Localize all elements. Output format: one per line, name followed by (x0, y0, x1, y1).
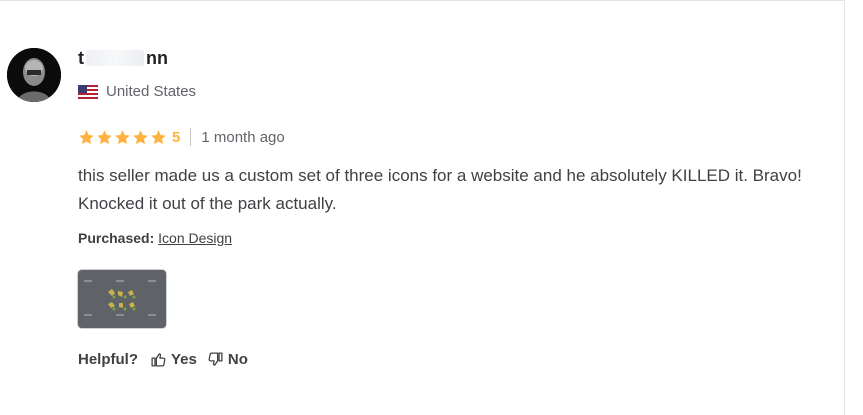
reviewer-name-start: t (78, 47, 84, 68)
icon-set-preview-image (78, 270, 166, 328)
country-name: United States (106, 83, 197, 100)
star-icon (151, 129, 166, 144)
avatar[interactable] (7, 48, 61, 102)
helpful-no-button[interactable]: No (207, 351, 248, 368)
review-date: 1 month ago (201, 128, 285, 146)
divider (190, 128, 192, 146)
star-icon (115, 129, 130, 144)
review-text: this seller made us a custom set of thre… (78, 166, 802, 213)
star-rating (78, 129, 167, 146)
thumbs-down-icon (208, 351, 223, 366)
star-icon (133, 129, 148, 144)
helpful-yes-button[interactable]: Yes (150, 351, 197, 368)
purchased-info: Purchased: Icon Design (78, 230, 232, 246)
reviewer-country: United States (78, 83, 196, 100)
avatar-image (7, 48, 61, 102)
review-card: t nn United States 5 1 month ago this se… (0, 0, 845, 415)
reviewer-name-end: nn (146, 47, 168, 68)
thumbs-up-icon (151, 352, 166, 367)
no-label: No (227, 350, 248, 368)
purchased-label: Purchased: (78, 230, 155, 246)
star-icon (79, 129, 94, 144)
yes-label: Yes (171, 350, 197, 368)
rating-row: 5 1 month ago (78, 127, 285, 147)
rating-value: 5 (172, 128, 181, 146)
star-icon (97, 129, 112, 144)
reviewer-name: t nn (78, 47, 168, 69)
review-attachment-thumbnail[interactable] (78, 270, 166, 328)
us-flag-icon (78, 84, 98, 99)
helpful-feedback: Helpful? Yes No (78, 348, 258, 370)
purchased-item-link[interactable]: Icon Design (158, 230, 232, 246)
name-redaction (86, 50, 144, 66)
helpful-label: Helpful? (78, 350, 138, 368)
